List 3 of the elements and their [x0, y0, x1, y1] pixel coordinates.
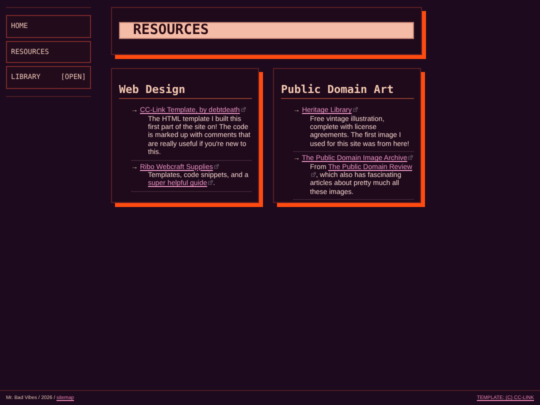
section-heading: Public Domain Art: [281, 83, 414, 100]
section-heading: Web Design: [119, 83, 252, 100]
page-title: RESOURCES: [119, 22, 414, 39]
